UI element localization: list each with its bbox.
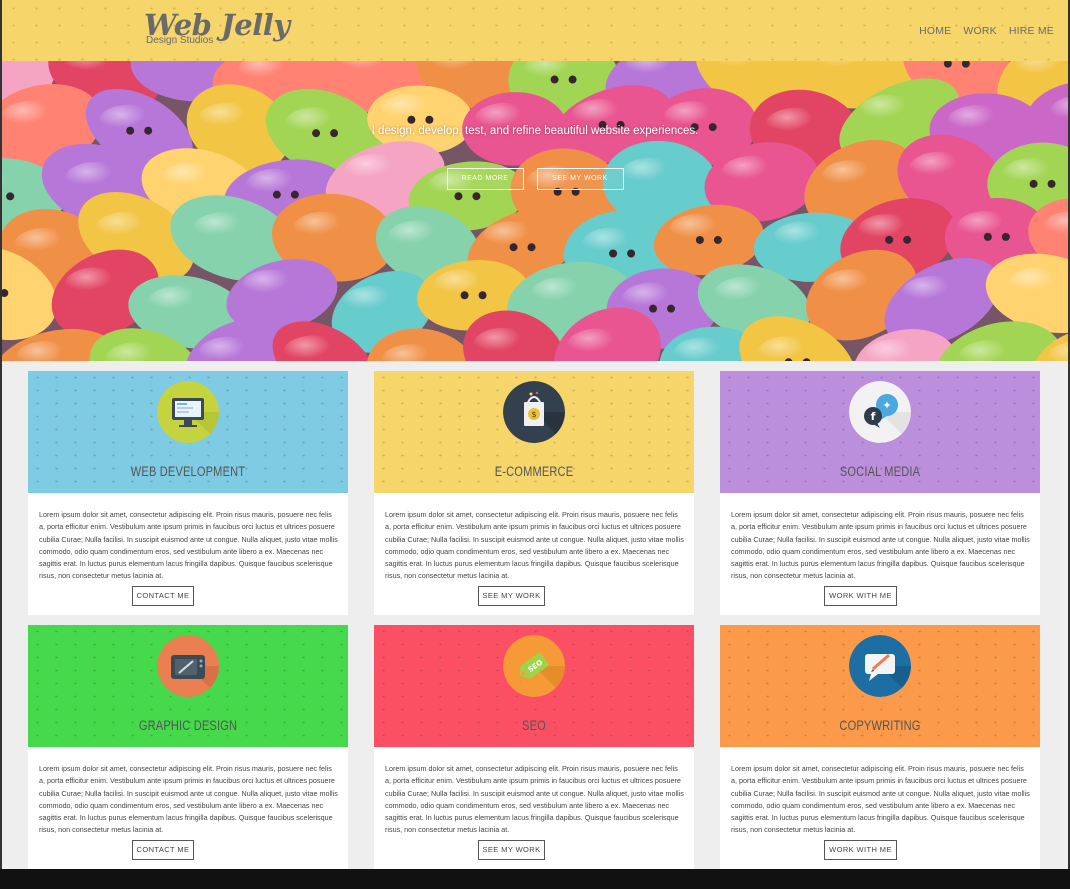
- shopping-bag-icon: $: [503, 381, 565, 443]
- card-body: Lorem ipsum dolor sit amet, consectetur …: [385, 764, 684, 835]
- service-card-graphic-design: GRAPHIC DESIGN Lorem ipsum dolor sit ame…: [28, 625, 348, 869]
- read-more-button[interactable]: READ MORE: [446, 168, 524, 190]
- work-with-me-button[interactable]: WORK WITH ME: [824, 840, 897, 860]
- card-title: SOCIAL MEDIA: [839, 464, 921, 479]
- hero-tagline: I design, develop, test, and refine beau…: [371, 125, 699, 137]
- service-card-copywriting: COPYWRITING Lorem ipsum dolor sit amet, …: [720, 625, 1040, 869]
- hero-candy-image: [2, 61, 1068, 361]
- see-my-work-button[interactable]: SEE MY WORK: [536, 168, 624, 190]
- logo[interactable]: Web Jelly Design Studios: [144, 10, 290, 46]
- svg-text:$: $: [531, 410, 536, 419]
- card-body: Lorem ipsum dolor sit amet, consectetur …: [731, 764, 1030, 835]
- hero-banner: I design, develop, test, and refine beau…: [2, 61, 1068, 361]
- monitor-icon: [157, 381, 219, 443]
- service-card-web-development: WEB DEVELOPMENT Lorem ipsum dolor sit am…: [28, 371, 348, 615]
- svg-text:f: f: [871, 410, 876, 423]
- see-my-work-card-button[interactable]: SEE MY WORK: [478, 586, 545, 606]
- drawing-tablet-icon: [157, 635, 219, 697]
- site-header: Web Jelly Design Studios HOME WORK HIRE …: [2, 0, 1068, 61]
- card-body: Lorem ipsum dolor sit amet, consectetur …: [39, 510, 338, 581]
- card-title: SEO: [522, 718, 546, 733]
- card-title: WEB DEVELOPMENT: [130, 464, 246, 479]
- contact-me-button[interactable]: CONTACT ME: [132, 840, 194, 860]
- card-body: Lorem ipsum dolor sit amet, consectetur …: [39, 764, 338, 835]
- service-card-e-commerce: $ E-COMMERCE Lorem ipsum dolor sit amet,…: [374, 371, 694, 615]
- service-card-social-media: ✦ f SOCIAL MEDIA Lorem ipsum dolor sit a…: [720, 371, 1040, 615]
- footer-bar: [0, 869, 1070, 889]
- main-nav: HOME WORK HIRE ME: [919, 25, 1054, 37]
- svg-text:✦: ✦: [882, 399, 891, 412]
- card-title: E-COMMERCE: [494, 464, 574, 479]
- nav-work[interactable]: WORK: [963, 25, 996, 37]
- card-body: Lorem ipsum dolor sit amet, consectetur …: [731, 510, 1030, 581]
- contact-me-button[interactable]: CONTACT ME: [132, 586, 194, 606]
- card-body: Lorem ipsum dolor sit amet, consectetur …: [385, 510, 684, 581]
- card-title: COPYWRITING: [839, 718, 921, 733]
- see-my-work-card-button[interactable]: SEE MY WORK: [478, 840, 545, 860]
- seo-tag-icon: SEO: [503, 635, 565, 697]
- pen-speech-icon: [849, 635, 911, 697]
- service-card-seo: SEO SEO Lorem ipsum dolor sit amet, cons…: [374, 625, 694, 869]
- nav-hire-me[interactable]: HIRE ME: [1009, 25, 1054, 37]
- nav-home[interactable]: HOME: [919, 25, 951, 37]
- social-bubbles-icon: ✦ f: [849, 381, 911, 443]
- card-title: GRAPHIC DESIGN: [138, 718, 238, 733]
- work-with-me-button[interactable]: WORK WITH ME: [824, 586, 897, 606]
